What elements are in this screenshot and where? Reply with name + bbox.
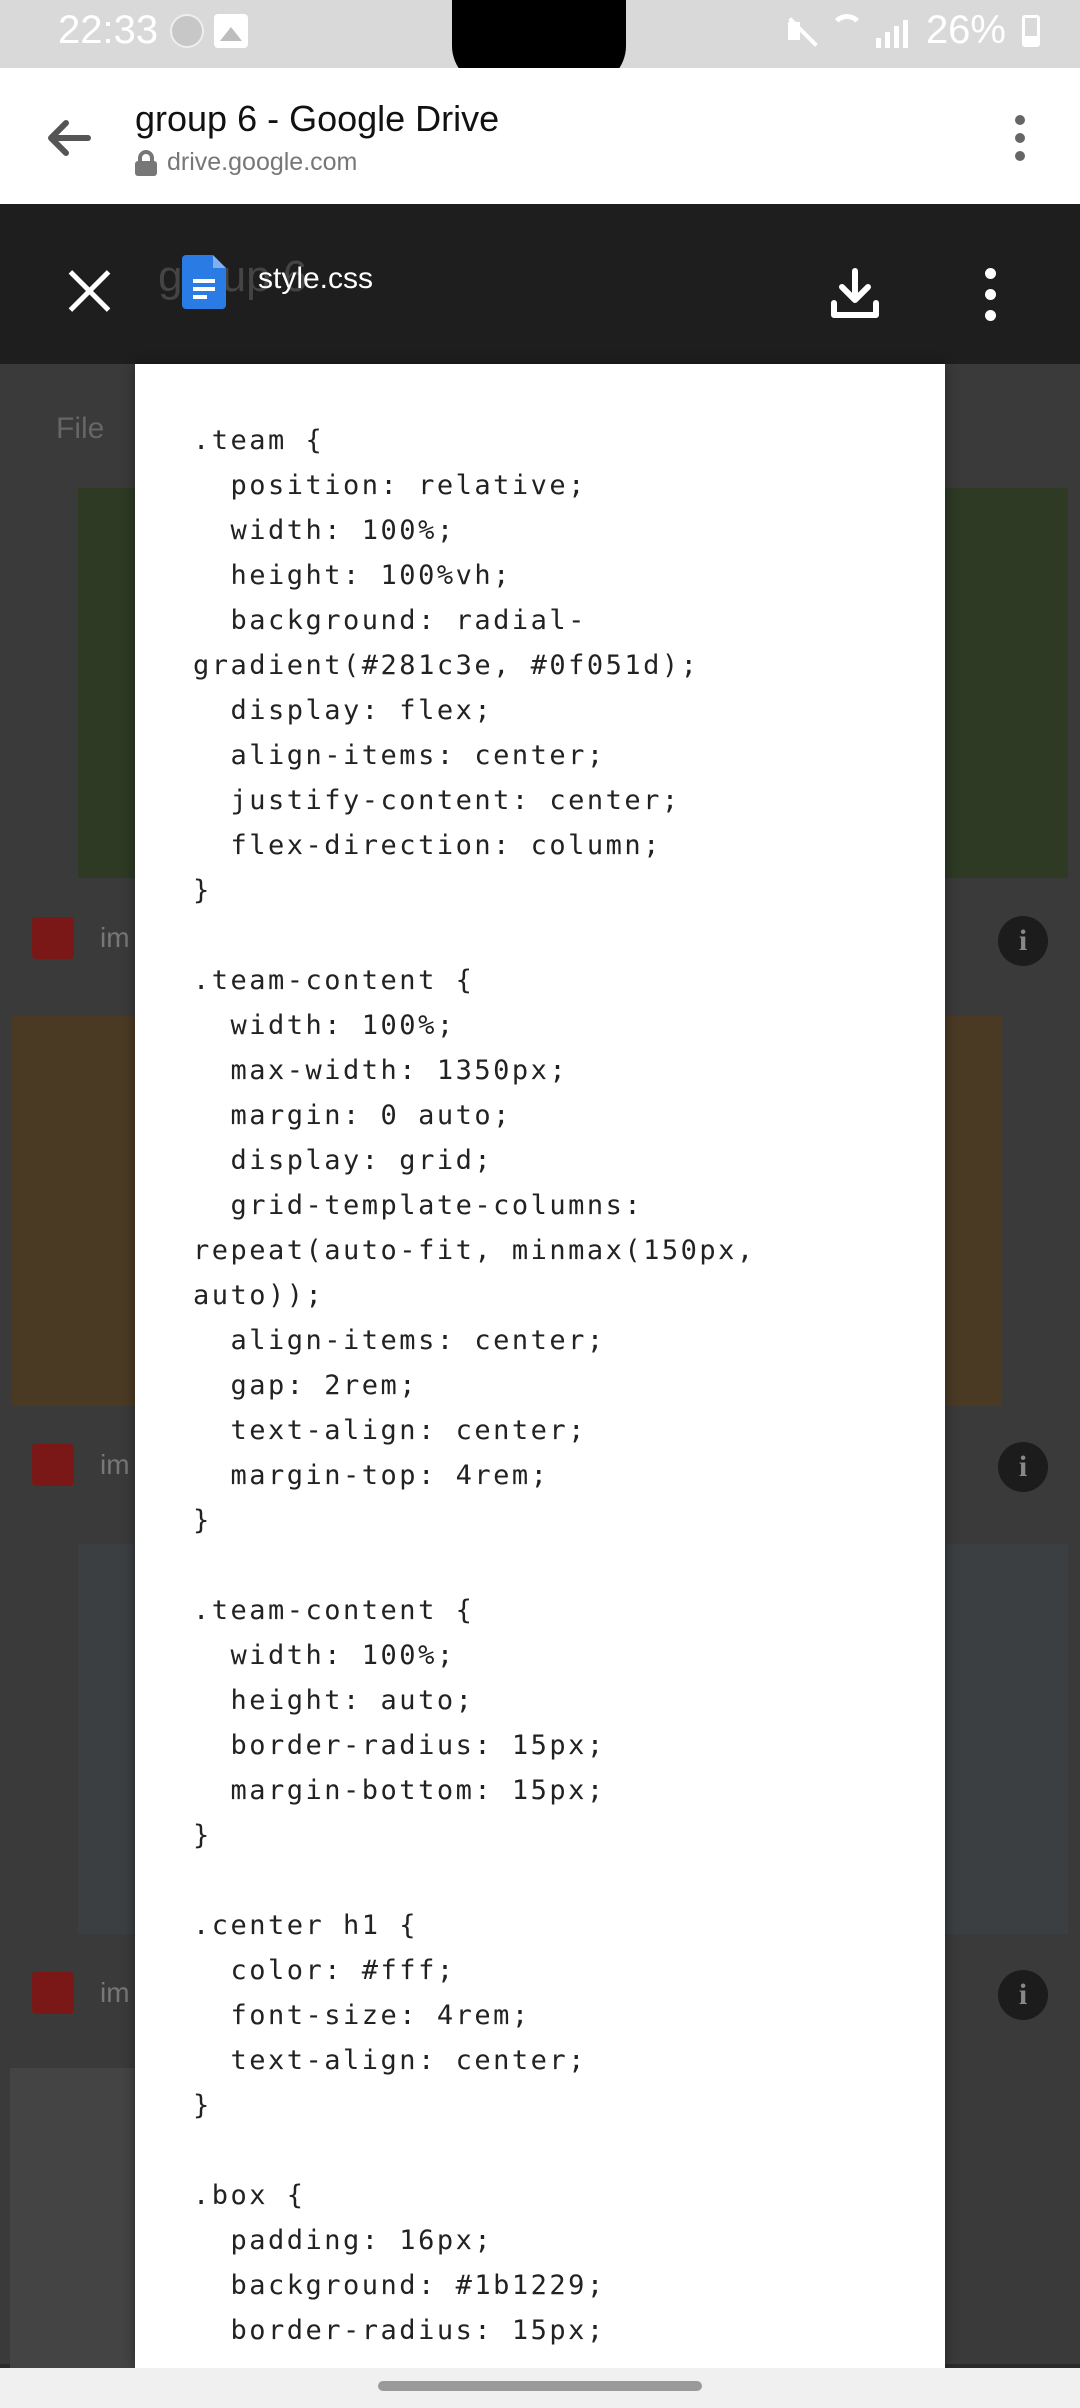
code-line: align-items: center; xyxy=(193,740,606,771)
close-button[interactable] xyxy=(60,262,120,322)
code-line: margin-top: 4rem; xyxy=(193,1460,550,1491)
wifi-icon xyxy=(829,13,864,48)
page-title: group 6 - Google Drive xyxy=(135,98,500,139)
code-line: height: 100%vh; xyxy=(193,560,512,591)
code-line: auto)); xyxy=(193,1280,325,1311)
url-text: drive.google.com xyxy=(167,148,358,176)
code-line: width: 100%; xyxy=(193,1640,456,1671)
bg-row-name: im xyxy=(100,1977,130,2008)
viewer-header: group 6 style.css xyxy=(0,204,1080,364)
battery-icon xyxy=(1022,14,1040,47)
home-gesture-handle[interactable] xyxy=(378,2381,702,2391)
code-line: border-radius: 15px; xyxy=(193,2315,606,2346)
code-line: align-items: center; xyxy=(193,1325,606,1356)
mute-icon xyxy=(784,14,818,48)
browser-toolbar: group 6 - Google Drive drive.google.com xyxy=(0,68,1080,204)
code-line: font-size: 4rem; xyxy=(193,2000,531,2031)
signal-icon xyxy=(875,14,910,48)
navigation-bar xyxy=(0,2368,1080,2408)
status-time: 22:33 xyxy=(58,8,159,52)
code-line: justify-content: center; xyxy=(193,785,681,816)
notification-icons xyxy=(170,14,248,48)
code-line: grid-template-columns: xyxy=(193,1190,644,1221)
code-line: border-radius: 15px; xyxy=(193,1730,606,1761)
image-file-icon xyxy=(32,1972,74,2014)
docs-file-icon xyxy=(182,255,226,309)
viewer-more-button[interactable] xyxy=(970,264,1010,324)
code-content: .team { position: relative; width: 100%;… xyxy=(193,418,933,2358)
image-file-icon xyxy=(32,1444,74,1486)
status-right: 26% xyxy=(784,8,1040,53)
code-line: .team-content { xyxy=(193,1595,475,1626)
code-line: width: 100%; xyxy=(193,515,456,546)
code-line: } xyxy=(193,875,212,906)
code-line: display: grid; xyxy=(193,1145,494,1176)
info-icon[interactable]: i xyxy=(998,1970,1048,2020)
code-line: } xyxy=(193,1505,212,1536)
code-line: display: flex; xyxy=(193,695,494,726)
code-line: width: 100%; xyxy=(193,1010,456,1041)
file-preview: .team { position: relative; width: 100%;… xyxy=(135,364,945,2370)
back-button[interactable] xyxy=(38,108,98,168)
more-vert-icon xyxy=(1015,115,1025,125)
code-line: height: auto; xyxy=(193,1685,475,1716)
code-line: gap: 2rem; xyxy=(193,1370,419,1401)
code-line: color: #fff; xyxy=(193,1955,456,1986)
code-line: max-width: 1350px; xyxy=(193,1055,569,1086)
code-line: text-align: center; xyxy=(193,1415,587,1446)
code-line: } xyxy=(193,1820,212,1851)
code-line: .team-content { xyxy=(193,965,475,996)
info-icon[interactable]: i xyxy=(998,916,1048,966)
code-line: background: #1b1229; xyxy=(193,2270,606,2301)
status-bar: 22:33 26% xyxy=(0,0,1080,86)
arrow-left-icon xyxy=(48,120,91,156)
gallery-icon xyxy=(214,14,248,48)
bg-row-name: im xyxy=(100,922,130,953)
code-line: .center h1 { xyxy=(193,1910,419,1941)
code-line: .team { xyxy=(193,425,325,456)
more-vert-icon xyxy=(984,267,996,279)
url-display[interactable]: drive.google.com xyxy=(135,148,357,177)
bg-row-name: im xyxy=(100,1449,130,1480)
info-icon[interactable]: i xyxy=(998,1442,1048,1492)
browser-menu-button[interactable] xyxy=(990,108,1050,168)
code-line: margin-bottom: 15px; xyxy=(193,1775,606,1806)
image-file-icon xyxy=(32,917,74,959)
code-line: position: relative; xyxy=(193,470,587,501)
code-line: background: radial- xyxy=(193,605,587,636)
battery-percent: 26% xyxy=(925,8,1006,52)
bg-doc-thumbnail xyxy=(10,2068,135,2368)
code-line: margin: 0 auto; xyxy=(193,1100,512,1131)
lock-icon xyxy=(135,149,157,176)
code-line: text-align: center; xyxy=(193,2045,587,2076)
bg-file-label: File xyxy=(56,412,105,445)
download-icon xyxy=(831,268,879,318)
file-name: style.css xyxy=(258,262,374,295)
code-line: repeat(auto-fit, minmax(150px, xyxy=(193,1235,756,1266)
code-line: padding: 16px; xyxy=(193,2225,494,2256)
download-button[interactable] xyxy=(820,259,890,329)
code-line: .box { xyxy=(193,2180,306,2211)
code-line: } xyxy=(193,2090,212,2121)
code-line: gradient(#281c3e, #0f051d); xyxy=(193,650,700,681)
code-line: flex-direction: column; xyxy=(193,830,662,861)
messenger-icon xyxy=(170,14,204,48)
